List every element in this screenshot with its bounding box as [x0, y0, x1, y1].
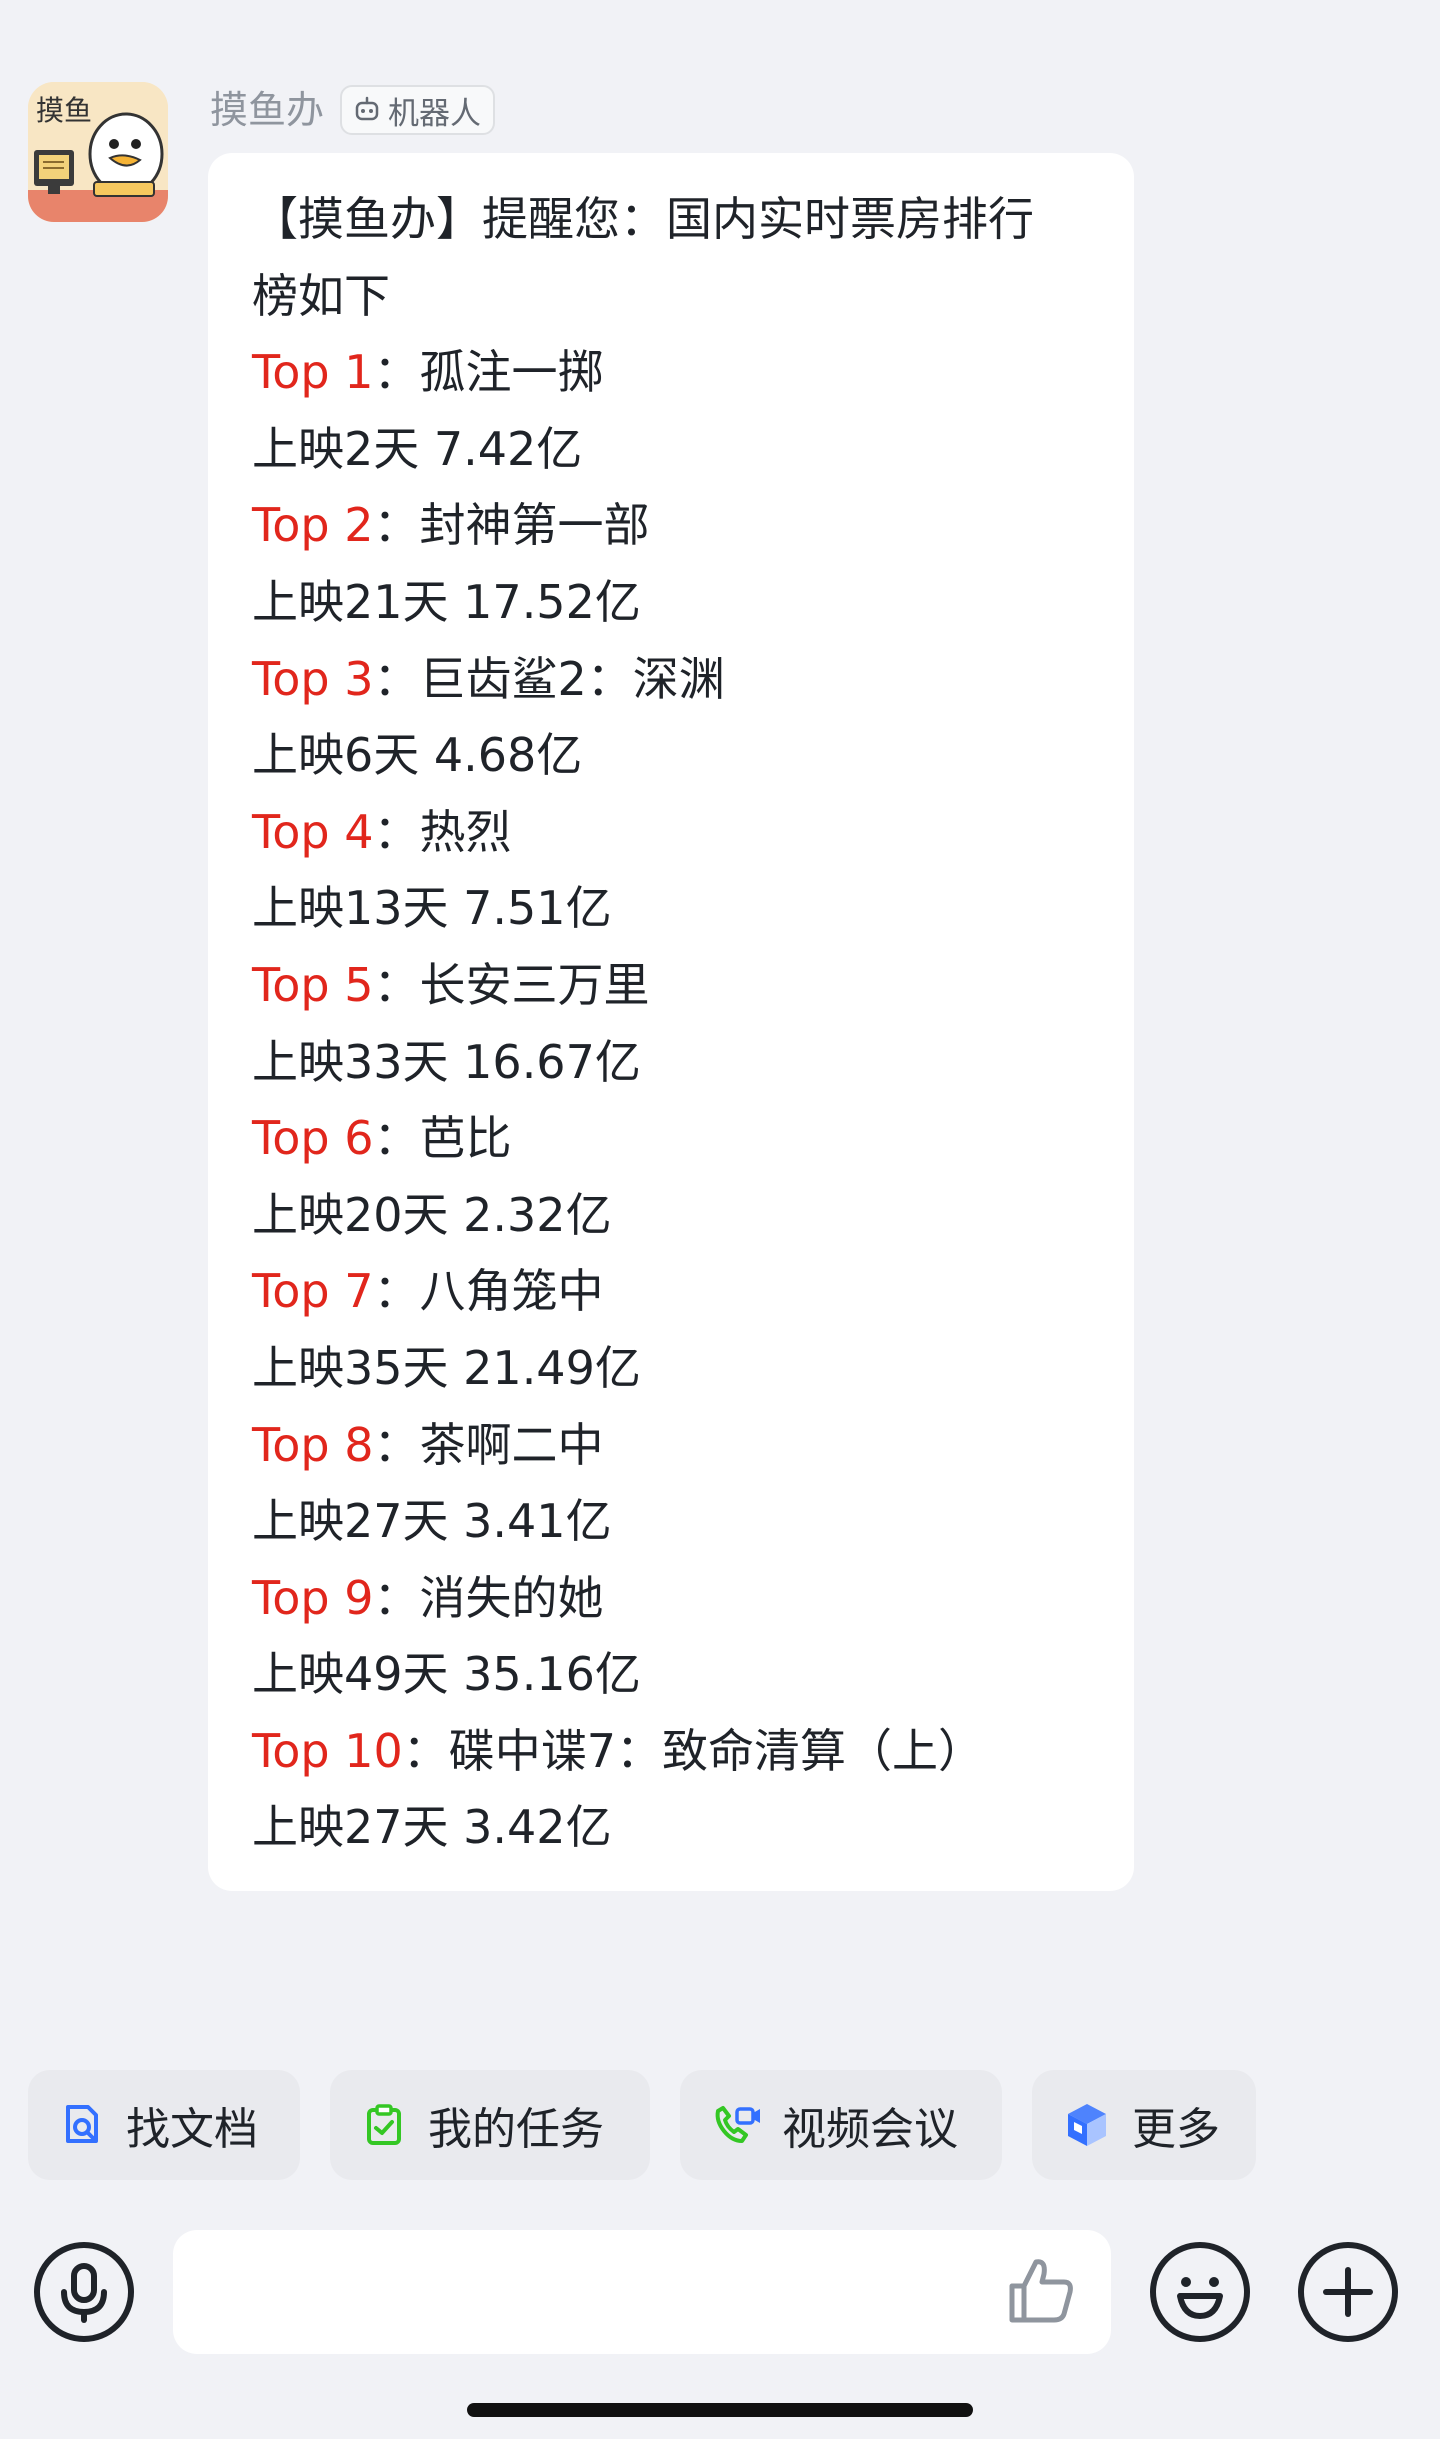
movie-detail: 上映21天 17.52亿 — [252, 574, 641, 629]
sender-row: 摸鱼办 机器人 — [210, 82, 496, 138]
rank-separator: ： — [402, 1723, 449, 1778]
ranking-title-line: Top 8：茶啊二中 — [252, 1407, 1090, 1484]
ranking-title-line: Top 1：孤注一掷 — [252, 334, 1090, 411]
rank-separator: ： — [373, 1111, 420, 1166]
rank-label: Top 3 — [252, 651, 374, 706]
rank-label: Top 5 — [252, 957, 374, 1012]
movie-title: 碟中谍7：致命清算（上） — [448, 1723, 985, 1778]
rank-separator: ： — [373, 957, 420, 1012]
movie-detail: 上映13天 7.51亿 — [252, 881, 612, 936]
ranking-title-line: Top 4：热烈 — [252, 794, 1090, 871]
rank-label: Top 9 — [252, 1570, 374, 1625]
message-input[interactable] — [173, 2230, 1111, 2354]
movie-title: 长安三万里 — [419, 957, 650, 1012]
movie-title: 封神第一部 — [419, 498, 650, 553]
emoji-button[interactable] — [1148, 2240, 1252, 2344]
rank-label: Top 4 — [252, 804, 374, 859]
rank-label: Top 6 — [252, 1111, 374, 1166]
movie-detail: 上映33天 16.67亿 — [252, 1034, 641, 1089]
shortcut-more[interactable]: 更多 — [1032, 2070, 1256, 2180]
movie-title: 热烈 — [419, 804, 512, 859]
movie-detail: 上映20天 2.32亿 — [252, 1187, 612, 1242]
bot-avatar[interactable]: 摸鱼 — [28, 82, 168, 222]
movie-title: 芭比 — [419, 1111, 512, 1166]
movie-title: 孤注一掷 — [419, 345, 604, 400]
thumbs-up-icon[interactable] — [1000, 2250, 1080, 2330]
message-intro-cont: 榜如下 — [252, 268, 390, 323]
movie-title: 消失的她 — [419, 1570, 604, 1625]
movie-title: 茶啊二中 — [419, 1417, 604, 1472]
movie-title: 八角笼中 — [419, 1264, 604, 1319]
rank-label: Top 2 — [252, 498, 374, 553]
rank-separator: ： — [373, 804, 420, 859]
home-indicator[interactable] — [467, 2403, 973, 2417]
message-bubble[interactable]: 【摸鱼办】提醒您：国内实时票房排行 榜如下 Top 1：孤注一掷 上映2天 7.… — [208, 153, 1134, 1891]
ranking-title-line: Top 9：消失的她 — [252, 1560, 1090, 1637]
shortcut-find-docs[interactable]: 找文档 — [28, 2070, 300, 2180]
movie-detail: 上映2天 7.42亿 — [252, 421, 583, 476]
plus-icon — [1298, 2242, 1398, 2342]
doc-search-icon — [66, 2105, 98, 2143]
movie-detail: 上映27天 3.42亿 — [252, 1800, 612, 1855]
shortcut-label: 更多 — [1132, 2104, 1220, 2155]
rank-separator: ： — [373, 498, 420, 553]
voice-button[interactable] — [32, 2240, 136, 2344]
shortcut-bar: 找文档 我的任务 视频会议 更多 — [28, 2070, 1256, 2180]
video-call-icon — [715, 2106, 760, 2143]
rank-separator: ： — [373, 651, 420, 706]
rank-separator: ： — [373, 345, 420, 400]
rank-label: Top 7 — [252, 1264, 374, 1319]
ranking-title-line: Top 5：长安三万里 — [252, 947, 1090, 1024]
rank-separator: ： — [373, 1264, 420, 1319]
message-intro: 【摸鱼办】提醒您：国内实时票房排行 — [252, 192, 1034, 246]
shortcut-label: 我的任务 — [428, 2104, 604, 2155]
movie-title: 巨齿鲨2：深渊 — [419, 651, 725, 706]
movie-detail: 上映27天 3.41亿 — [252, 1494, 612, 1549]
shortcut-label: 视频会议 — [782, 2104, 958, 2155]
smiley-icon — [1150, 2242, 1250, 2342]
shortcut-label: 找文档 — [126, 2104, 258, 2155]
movie-detail: 上映6天 4.68亿 — [252, 728, 583, 783]
rank-label: Top 1 — [252, 345, 374, 400]
sender-name[interactable]: 摸鱼办 — [210, 82, 324, 138]
movie-detail: 上映49天 35.16亿 — [252, 1647, 641, 1702]
rank-separator: ： — [373, 1417, 420, 1472]
bot-tag: 机器人 — [340, 85, 496, 135]
rank-label: Top 10 — [252, 1723, 403, 1778]
ranking-title-line: Top 6：芭比 — [252, 1100, 1090, 1177]
rank-separator: ： — [373, 1570, 420, 1625]
more-cube-icon — [1068, 2104, 1106, 2146]
avatar-text: 摸鱼 — [36, 94, 92, 127]
robot-icon — [355, 96, 379, 121]
rank-label: Top 8 — [252, 1417, 374, 1472]
ranking-title-line: Top 3：巨齿鲨2：深渊 — [252, 641, 1090, 718]
task-clipboard-icon — [367, 2104, 401, 2145]
ranking-title-line: Top 7：八角笼中 — [252, 1253, 1090, 1330]
ranking-title-line: Top 10：碟中谍7：致命清算（上） — [252, 1713, 1090, 1790]
shortcut-video-meeting[interactable]: 视频会议 — [680, 2070, 1002, 2180]
bot-tag-label: 机器人 — [388, 95, 482, 132]
shortcut-my-tasks[interactable]: 我的任务 — [330, 2070, 650, 2180]
add-button[interactable] — [1296, 2240, 1400, 2344]
ranking-title-line: Top 2：封神第一部 — [252, 487, 1090, 564]
microphone-icon — [34, 2242, 134, 2342]
duck-avatar-icon: 摸鱼 — [28, 82, 168, 222]
movie-detail: 上映35天 21.49亿 — [252, 1340, 641, 1395]
